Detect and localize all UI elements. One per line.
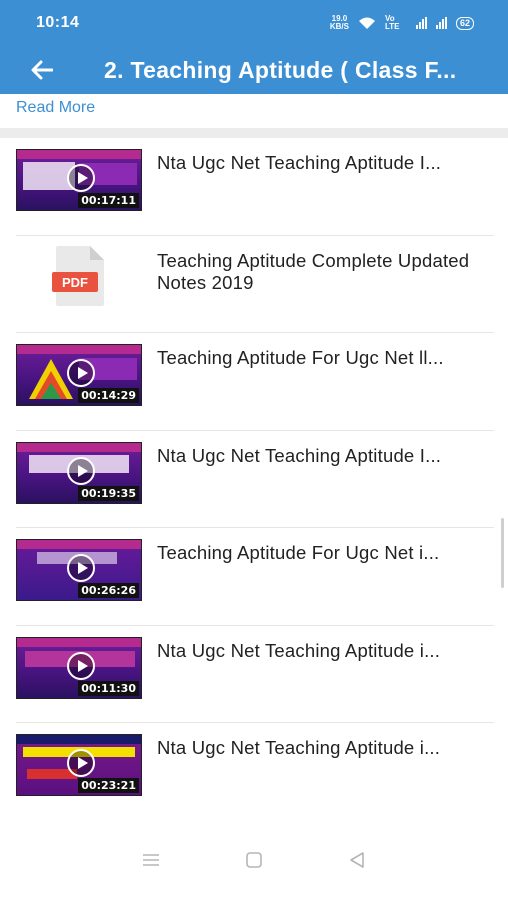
item-title: Teaching Aptitude Complete Updated Notes… (157, 249, 470, 293)
video-thumbnail: 00:14:29 (16, 344, 142, 406)
page-title: 2. Teaching Aptitude ( Class F... (104, 56, 457, 83)
video-thumbnail: 00:11:30 (16, 636, 142, 699)
list-item[interactable]: PDF Teaching Aptitude Complete Updated N… (0, 236, 508, 333)
video-duration: 00:14:29 (78, 388, 139, 403)
list-item[interactable]: 00:26:26 Teaching Aptitude For Ugc Net i… (0, 528, 508, 626)
pdf-icon: PDF (52, 245, 104, 306)
video-duration: 00:17:11 (78, 193, 139, 208)
wifi-icon (358, 17, 375, 29)
video-thumbnail: 00:19:35 (16, 441, 142, 504)
video-duration: 00:19:35 (78, 485, 139, 501)
item-title: Nta Ugc Net Teaching Aptitude i... (157, 639, 441, 661)
item-title: Teaching Aptitude For Ugc Net i... (157, 542, 440, 563)
content-list: 00:17:11 Nta Ugc Net Teaching Aptitude I… (0, 138, 508, 821)
play-icon (67, 749, 95, 777)
signal-icon-2 (435, 17, 447, 29)
menu-icon (143, 854, 160, 866)
battery-icon: 62 (455, 16, 474, 30)
video-thumbnail: 00:26:26 (16, 539, 142, 601)
list-item[interactable]: 00:11:30 Nta Ugc Net Teaching Aptitude i… (0, 626, 508, 723)
video-thumbnail: 00:23:21 (16, 734, 142, 796)
item-title: Nta Ugc Net Teaching Aptitude I... (157, 444, 442, 466)
scrollbar[interactable] (501, 518, 504, 588)
play-icon (67, 359, 95, 387)
section-divider (0, 128, 508, 138)
network-speed: 19.0 KB/S (330, 15, 349, 31)
play-icon (67, 164, 95, 192)
status-bar: 10:14 19.0 KB/S Vo LTE 62 (0, 0, 508, 46)
item-title: Teaching Aptitude For Ugc Net ll... (157, 347, 444, 368)
status-time: 10:14 (36, 14, 80, 31)
list-item[interactable]: 00:23:21 Nta Ugc Net Teaching Aptitude i… (0, 723, 508, 821)
status-icons: 19.0 KB/S Vo LTE 62 (330, 15, 474, 31)
list-item[interactable]: 00:14:29 Teaching Aptitude For Ugc Net l… (0, 333, 508, 431)
item-title: Nta Ugc Net Teaching Aptitude I... (157, 152, 442, 173)
play-icon (67, 651, 95, 680)
back-nav-button[interactable] (337, 840, 377, 880)
play-icon (67, 456, 95, 485)
pdf-icon-label: PDF (62, 275, 88, 290)
app-bar: 2. Teaching Aptitude ( Class F... (0, 46, 508, 94)
back-button[interactable] (24, 52, 60, 88)
system-nav-bar (0, 820, 508, 900)
volte-label: Vo LTE (384, 14, 400, 31)
back-icon (349, 852, 364, 868)
back-arrow-icon (31, 60, 53, 80)
video-duration: 00:23:21 (78, 778, 139, 793)
recents-button[interactable] (131, 840, 171, 880)
video-duration: 00:26:26 (78, 583, 139, 598)
signal-icon (415, 17, 427, 29)
play-icon (67, 554, 95, 582)
speed-unit: KB/S (329, 22, 349, 31)
video-duration: 00:11:30 (78, 680, 139, 696)
item-title: Nta Ugc Net Teaching Aptitude i... (157, 737, 441, 758)
video-thumbnail: 00:17:11 (16, 149, 142, 211)
list-item[interactable]: 00:19:35 Nta Ugc Net Teaching Aptitude I… (0, 431, 508, 528)
home-icon (246, 852, 262, 868)
home-button[interactable] (234, 840, 274, 880)
list-item[interactable]: 00:17:11 Nta Ugc Net Teaching Aptitude I… (0, 138, 508, 236)
read-more-link[interactable]: Read More (16, 99, 95, 117)
